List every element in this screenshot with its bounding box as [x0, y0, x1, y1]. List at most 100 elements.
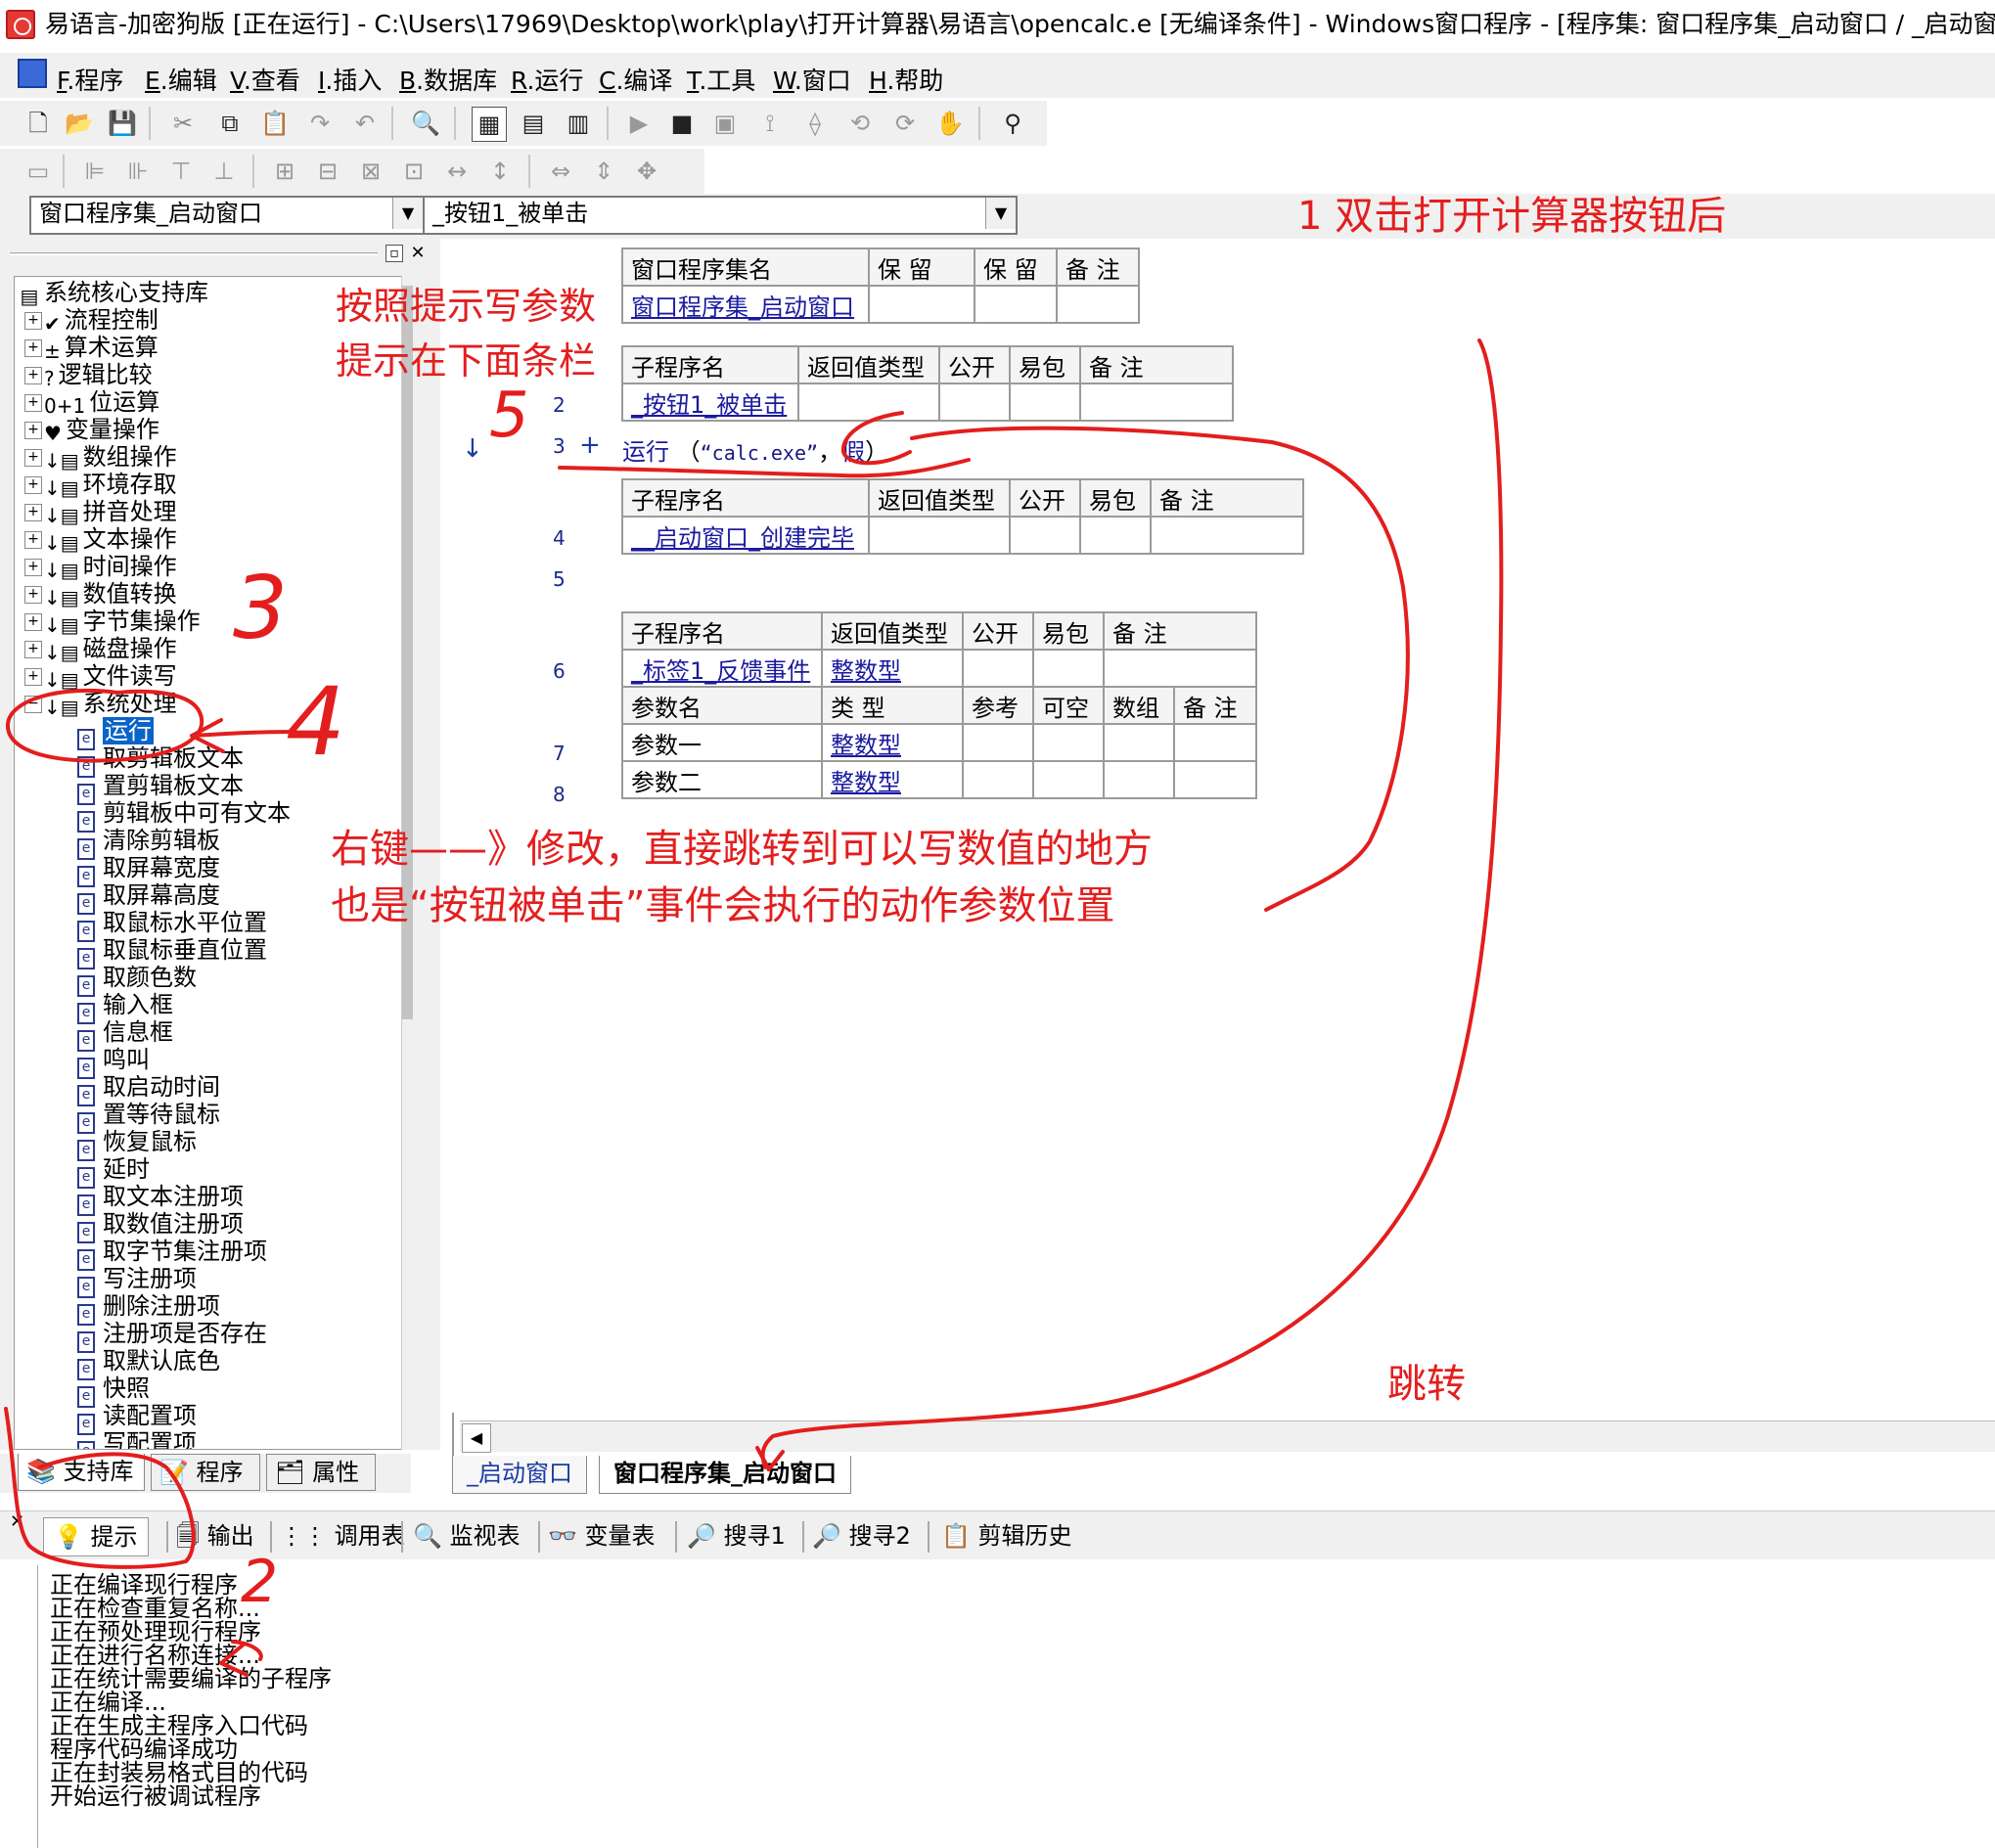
tree-expander[interactable]: +	[24, 449, 42, 467]
v-space-icon[interactable]: ↕	[483, 155, 517, 188]
tab-hint[interactable]: 💡 提示	[43, 1517, 149, 1556]
tree-item[interactable]: e 读配置项	[77, 1402, 197, 1435]
tree-item[interactable]: e 取鼠标垂直位置	[77, 936, 267, 969]
tree-category[interactable]: 0+1 位运算	[44, 388, 159, 417]
tree-item[interactable]: e 置剪辑板文本	[77, 772, 244, 805]
tree-item[interactable]: e 取鼠标水平位置	[77, 909, 267, 942]
tree-expander[interactable]: +	[24, 312, 42, 330]
cut-icon[interactable]: ✂	[166, 107, 200, 140]
tab-start-window[interactable]: _启动窗口	[452, 1456, 587, 1494]
tab-search2[interactable]: 🔎 搜寻2	[812, 1517, 911, 1555]
table-cell[interactable]	[1032, 723, 1105, 762]
step-over-icon[interactable]: ⟠	[798, 107, 832, 140]
tree-expander[interactable]: +	[24, 613, 42, 631]
tree-item[interactable]: e 写注册项	[77, 1265, 197, 1298]
tab-support-library[interactable]: 📚 支持库	[18, 1454, 145, 1491]
menu-run[interactable]: R.运行	[511, 62, 583, 97]
table-cell[interactable]	[1103, 760, 1175, 799]
tree-root[interactable]: ▤ 系统核心支持库	[19, 279, 208, 307]
subroutine-name-cell[interactable]: __启动窗口_创建完毕	[621, 516, 870, 555]
subroutine-name-cell[interactable]: _按钮1_被单击	[621, 383, 799, 422]
subroutine-combo[interactable]: _按钮1_被单击 ▼	[423, 196, 1018, 235]
hint-output-area[interactable]: 正在编译现行程序 正在检查重复名称... 正在预处理现行程序 正在进行名称连接... 正…	[37, 1565, 1995, 1848]
expand-plus-icon[interactable]: +	[579, 430, 601, 460]
editor-hscrollbar[interactable]: ◀	[460, 1420, 1995, 1453]
close-icon[interactable]: ✕	[10, 1511, 24, 1532]
tree-item[interactable]: e 清除剪辑板	[77, 827, 220, 860]
table-cell[interactable]	[1009, 516, 1081, 555]
tree-item[interactable]: e 取屏幕宽度	[77, 854, 220, 887]
tree-category[interactable]: ✔ 流程控制	[44, 306, 159, 335]
restore-icon[interactable]: ▫	[385, 245, 403, 262]
layout2-icon[interactable]: ▤	[517, 107, 550, 140]
param-name-cell[interactable]: 参数二	[621, 760, 823, 799]
tree-expander[interactable]: +	[24, 531, 42, 549]
table-cell[interactable]	[938, 383, 1011, 422]
assembly-name-cell[interactable]: 窗口程序集_启动窗口	[621, 285, 870, 324]
align-left-icon[interactable]: ⊫	[78, 155, 112, 188]
tab-call-stack[interactable]: ⋮⋮ 调用表	[280, 1517, 405, 1555]
open-folder-icon[interactable]: 📂	[63, 107, 96, 140]
tree-item[interactable]: e 取字节集注册项	[77, 1238, 267, 1271]
tree-item[interactable]: e 取屏幕高度	[77, 881, 220, 915]
subroutine-name-cell[interactable]: _标签1_反馈事件	[621, 649, 823, 688]
form-icon[interactable]: ▭	[22, 155, 55, 188]
layout1-icon[interactable]: ▦	[472, 107, 507, 142]
tree-item[interactable]: e 取颜色数	[77, 964, 197, 997]
tree-category[interactable]: ↓▤ 拼音处理	[44, 498, 177, 526]
run-to-cursor-icon[interactable]: ⟳	[888, 107, 922, 140]
table-cell[interactable]	[1009, 383, 1081, 422]
tree-expander[interactable]: −	[24, 696, 42, 713]
tree-expander[interactable]: +	[24, 504, 42, 521]
tree-item[interactable]: e 置等待鼠标	[77, 1101, 220, 1134]
table-cell[interactable]	[868, 285, 975, 324]
tab-search1[interactable]: 🔎 搜寻1	[687, 1517, 786, 1555]
width-icon[interactable]: ⇔	[544, 155, 577, 188]
tree-category[interactable]: ↓▤ 磁盘操作	[44, 635, 177, 663]
menu-tools[interactable]: T.工具	[687, 62, 755, 97]
tree-item[interactable]: e 鸣叫	[77, 1046, 150, 1079]
tree-category[interactable]: ↓▤ 时间操作	[44, 553, 177, 581]
tab-clipboard-history[interactable]: 📋 剪辑历史	[941, 1517, 1072, 1555]
scroll-left-icon[interactable]: ◀	[462, 1423, 491, 1453]
hand-icon[interactable]: ✋	[933, 107, 967, 140]
stop-icon[interactable]: ■	[665, 107, 699, 140]
param-name-cell[interactable]: 参数一	[621, 723, 823, 762]
table-cell[interactable]	[962, 723, 1034, 762]
table-cell[interactable]	[797, 383, 940, 422]
table-cell[interactable]	[974, 285, 1058, 324]
tree-expander[interactable]: +	[24, 476, 42, 494]
binoculars-icon[interactable]: ⚲	[996, 107, 1029, 140]
tree-category[interactable]: ♥ 变量操作	[44, 416, 159, 444]
table-cell[interactable]	[962, 649, 1034, 688]
assembly-combo[interactable]: 窗口程序集_启动窗口 ▼	[29, 196, 425, 235]
breakpoint-arrow-icon[interactable]: ↓	[462, 434, 483, 464]
tree-expander[interactable]: +	[24, 367, 42, 384]
tree-expander[interactable]: +	[24, 422, 42, 439]
menu-compile[interactable]: C.编译	[599, 62, 672, 97]
menu-program[interactable]: F.程序	[57, 62, 123, 97]
return-type-cell[interactable]: 整数型	[821, 649, 964, 688]
align-top-icon[interactable]: ⊤	[164, 155, 198, 188]
find-icon[interactable]: 🔍	[409, 107, 442, 140]
table-cell[interactable]	[1079, 383, 1234, 422]
chevron-down-icon[interactable]: ▼	[985, 198, 1016, 229]
move-icon[interactable]: ✥	[630, 155, 663, 188]
close-icon[interactable]: ✕	[409, 245, 427, 262]
tree-item[interactable]: e 运行	[77, 717, 154, 750]
tree-item[interactable]: e 延时	[77, 1155, 150, 1189]
chevron-down-icon[interactable]: ▼	[392, 198, 423, 229]
tree-category[interactable]: ± 算术运算	[44, 334, 159, 362]
menu-window[interactable]: W.窗口	[773, 62, 851, 97]
align-bottom-icon[interactable]: ⊥	[207, 155, 241, 188]
paste-icon[interactable]: 📋	[258, 107, 292, 140]
tree-item[interactable]: e 写配置项	[77, 1429, 197, 1449]
tree-expander[interactable]: +	[24, 339, 42, 357]
run-icon[interactable]: ▶	[622, 107, 656, 140]
tree-category[interactable]: ? 逻辑比较	[44, 361, 153, 389]
table-cell[interactable]	[1032, 649, 1105, 688]
table-cell[interactable]	[1103, 723, 1175, 762]
tree-item[interactable]: e 取剪辑板文本	[77, 744, 244, 778]
align-right-icon[interactable]: ⊪	[121, 155, 155, 188]
table-cell[interactable]	[1173, 723, 1257, 762]
